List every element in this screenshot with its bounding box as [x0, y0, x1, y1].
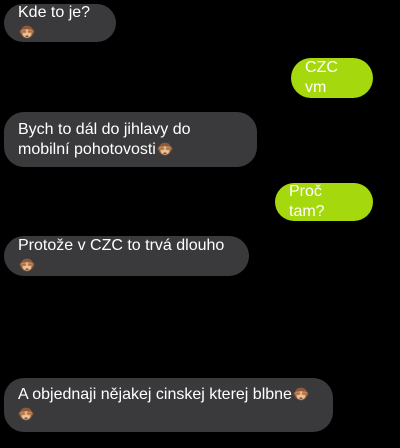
see-no-evil-monkey-icon: [157, 141, 173, 157]
message-text: Kde to je?: [18, 3, 102, 43]
message-text: A objednaji nějakej cinskej kterej blbne: [18, 385, 309, 425]
message-bubble-incoming[interactable]: Kde to je?: [4, 4, 116, 42]
message-bubble-incoming[interactable]: Bych to dál do jihlavy do mobilní pohoto…: [4, 112, 257, 167]
message-text: CZC vm: [305, 59, 338, 96]
see-no-evil-monkey-icon: [19, 24, 35, 40]
message-bubble-outgoing[interactable]: CZC vm: [291, 58, 373, 98]
message-text: Proč tam?: [289, 183, 325, 220]
message-text: Bych to dál do jihlavy do mobilní pohoto…: [18, 120, 191, 158]
see-no-evil-monkey-icon: [293, 386, 309, 402]
message-bubble-incoming[interactable]: A objednaji nějakej cinskej kterej blbne: [4, 378, 333, 432]
see-no-evil-monkey-icon: [18, 406, 34, 422]
message-text: Protože v CZC to trvá dlouho: [18, 236, 235, 276]
message-bubble-incoming[interactable]: Protože v CZC to trvá dlouho: [4, 236, 249, 276]
see-no-evil-monkey-icon: [19, 257, 35, 273]
message-bubble-outgoing[interactable]: Proč tam?: [275, 183, 373, 221]
